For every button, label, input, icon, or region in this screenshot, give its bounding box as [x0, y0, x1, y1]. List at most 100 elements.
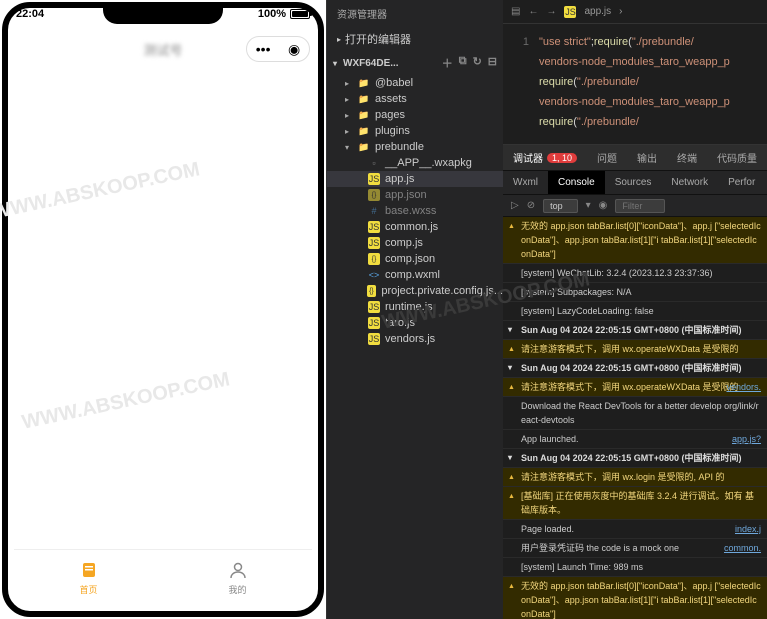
- tab-mine[interactable]: 我的: [163, 550, 312, 605]
- node-label: comp.js: [385, 237, 423, 249]
- file-node[interactable]: {}comp.json: [327, 251, 503, 267]
- folder-node[interactable]: ▸ 📁 plugins: [327, 123, 503, 139]
- tab-debugger[interactable]: 调试器1, 10: [503, 145, 587, 170]
- play-icon[interactable]: ▷: [511, 200, 519, 211]
- target-icon[interactable]: ◉: [288, 41, 300, 58]
- chevron-icon: ▸: [345, 127, 353, 136]
- console-row[interactable]: Sun Aug 04 2024 22:05:15 GMT+0800 (中国标准时…: [503, 359, 767, 378]
- folder-node[interactable]: ▸📁assets: [327, 91, 503, 107]
- device-notch: [103, 2, 223, 24]
- source-link[interactable]: app.js?: [732, 432, 761, 446]
- chevron-icon: ▾: [345, 143, 353, 152]
- file-node[interactable]: {}app.json: [327, 187, 503, 203]
- eye-icon[interactable]: ◉: [599, 200, 608, 211]
- layout-icon[interactable]: ▤: [511, 6, 520, 17]
- tab-issues[interactable]: 问题: [587, 145, 627, 170]
- file-node[interactable]: JStaro.js: [327, 315, 503, 331]
- folder-icon: 📁: [358, 77, 370, 89]
- filter-input[interactable]: [615, 199, 665, 213]
- console-row[interactable]: [system] Subpackages: N/A: [503, 283, 767, 302]
- console-row[interactable]: [system] LazyCodeLoading: false: [503, 302, 767, 321]
- folder-icon: 📁: [358, 125, 370, 137]
- console-row[interactable]: [基础库] 正在使用灰度中的基础库 3.2.4 进行调试。如有 基础库版本。: [503, 487, 767, 520]
- js-icon: JS: [368, 221, 380, 233]
- new-folder-icon[interactable]: ⧉: [459, 55, 467, 71]
- file-tree: ▸📁@babel▸📁assets▸📁pages▸📁plugins▾📁prebun…: [327, 75, 503, 619]
- console-row[interactable]: 请注意游客模式下，调用 wx.operateWXData 是受限的: [503, 340, 767, 359]
- file-node[interactable]: <>comp.wxml: [327, 267, 503, 283]
- folder-node[interactable]: ▾📁prebundle: [327, 139, 503, 155]
- subtab-console[interactable]: Console: [548, 171, 605, 194]
- file-node[interactable]: JSruntime.js: [327, 299, 503, 315]
- context-select[interactable]: top: [543, 199, 578, 213]
- console-row[interactable]: Sun Aug 04 2024 22:05:15 GMT+0800 (中国标准时…: [503, 449, 767, 468]
- menu-dots-icon[interactable]: •••: [256, 41, 271, 57]
- file-node[interactable]: JSapp.js: [327, 171, 503, 187]
- folder-icon: 📁: [358, 109, 370, 121]
- node-label: comp.wxml: [385, 269, 440, 281]
- open-editors-section[interactable]: 打开的编辑器: [327, 27, 503, 51]
- console-row[interactable]: 请注意游客模式下，调用 wx.operateWXData 是受限的vendors…: [503, 378, 767, 397]
- node-label: plugins: [375, 125, 410, 137]
- subtab-wxml[interactable]: Wxml: [503, 171, 548, 194]
- source-link[interactable]: index.j: [735, 522, 761, 536]
- js-icon: JS: [368, 333, 380, 345]
- project-name: WXF64DE...: [343, 58, 399, 69]
- node-label: pages: [375, 109, 405, 121]
- file-node[interactable]: JScommon.js: [327, 219, 503, 235]
- file-node[interactable]: JSvendors.js: [327, 331, 503, 347]
- source-link[interactable]: common.: [724, 541, 761, 555]
- editor-breadcrumb: ▤ ← → JS app.js ›: [503, 0, 767, 24]
- file-node[interactable]: ▫__APP__.wxapkg: [327, 155, 503, 171]
- source-link[interactable]: vendors.: [726, 380, 761, 394]
- console-output[interactable]: 无效的 app.json tabBar.list[0]["iconData"]、…: [503, 217, 767, 619]
- project-header[interactable]: WXF64DE... ＋ ⧉ ↻ ⊟: [327, 51, 503, 75]
- collapse-icon[interactable]: ⊟: [488, 55, 497, 71]
- tab-output[interactable]: 输出: [627, 145, 667, 170]
- clear-icon[interactable]: ⊘: [527, 200, 535, 211]
- console-row[interactable]: 无效的 app.json tabBar.list[0]["iconData"]、…: [503, 217, 767, 264]
- json-icon: {}: [367, 285, 377, 297]
- crumb-file[interactable]: app.js: [584, 6, 611, 17]
- nav-back-icon[interactable]: ←: [528, 6, 538, 17]
- tab-home[interactable]: 首页: [14, 550, 163, 605]
- folder-node[interactable]: ▸📁@babel: [327, 75, 503, 91]
- console-row[interactable]: 请注意游客模式下，调用 wx.login 是受限的, API 的: [503, 468, 767, 487]
- simulator-pane: 22:04 100% 测试号 ••• ◉ WWW.ABSKOOP.COM WWW…: [0, 0, 327, 619]
- file-node[interactable]: {}project.private.config.js...: [327, 283, 503, 299]
- tab-label: 我的: [228, 583, 246, 596]
- chevron-icon: ▸: [345, 95, 353, 104]
- console-row[interactable]: 无效的 app.json tabBar.list[0]["iconData"]、…: [503, 577, 767, 619]
- console-row[interactable]: App launched.app.js?: [503, 430, 767, 449]
- subtab-network[interactable]: Network: [661, 171, 718, 194]
- file-node[interactable]: JScomp.js: [327, 235, 503, 251]
- subtab-performance[interactable]: Perfor: [718, 171, 765, 194]
- console-row[interactable]: Sun Aug 04 2024 22:05:15 GMT+0800 (中国标准时…: [503, 321, 767, 340]
- battery-indicator: 100%: [258, 8, 310, 20]
- caret-down-icon[interactable]: ▾: [586, 200, 591, 211]
- console-row[interactable]: [system] Launch Time: 989 ms: [503, 558, 767, 577]
- tab-terminal[interactable]: 终端: [667, 145, 707, 170]
- new-file-icon[interactable]: ＋: [442, 55, 453, 71]
- json-icon: {}: [368, 189, 380, 201]
- capsule-buttons[interactable]: ••• ◉: [246, 36, 310, 62]
- code-editor[interactable]: 1"use strict";require("./prebundle/vendo…: [503, 24, 767, 144]
- refresh-icon[interactable]: ↻: [473, 55, 482, 71]
- error-badge: 1, 10: [547, 153, 577, 163]
- nav-forward-icon[interactable]: →: [546, 6, 556, 17]
- console-row[interactable]: Download the React DevTools for a better…: [503, 397, 767, 430]
- devtools-top-tabs: 调试器1, 10 问题 输出 终端 代码质量: [503, 145, 767, 171]
- folder-icon: 📁: [358, 93, 370, 105]
- subtab-sources[interactable]: Sources: [605, 171, 662, 194]
- js-icon: JS: [368, 317, 380, 329]
- console-row[interactable]: [system] WeChatLib: 3.2.4 (2023.12.3 23:…: [503, 264, 767, 283]
- devtools-pane: 调试器1, 10 问题 输出 终端 代码质量 Wxml Console Sour…: [503, 144, 767, 619]
- console-row[interactable]: 用户登录凭证码 the code is a mock onecommon.: [503, 539, 767, 558]
- file-node[interactable]: #base.wxss: [327, 203, 503, 219]
- explorer-toolbar: ＋ ⧉ ↻ ⊟: [442, 55, 497, 71]
- console-row[interactable]: Page loaded.index.j: [503, 520, 767, 539]
- tab-quality[interactable]: 代码质量: [707, 145, 767, 170]
- explorer-title: 资源管理器: [327, 0, 503, 27]
- node-label: runtime.js: [385, 301, 433, 313]
- folder-node[interactable]: ▸📁pages: [327, 107, 503, 123]
